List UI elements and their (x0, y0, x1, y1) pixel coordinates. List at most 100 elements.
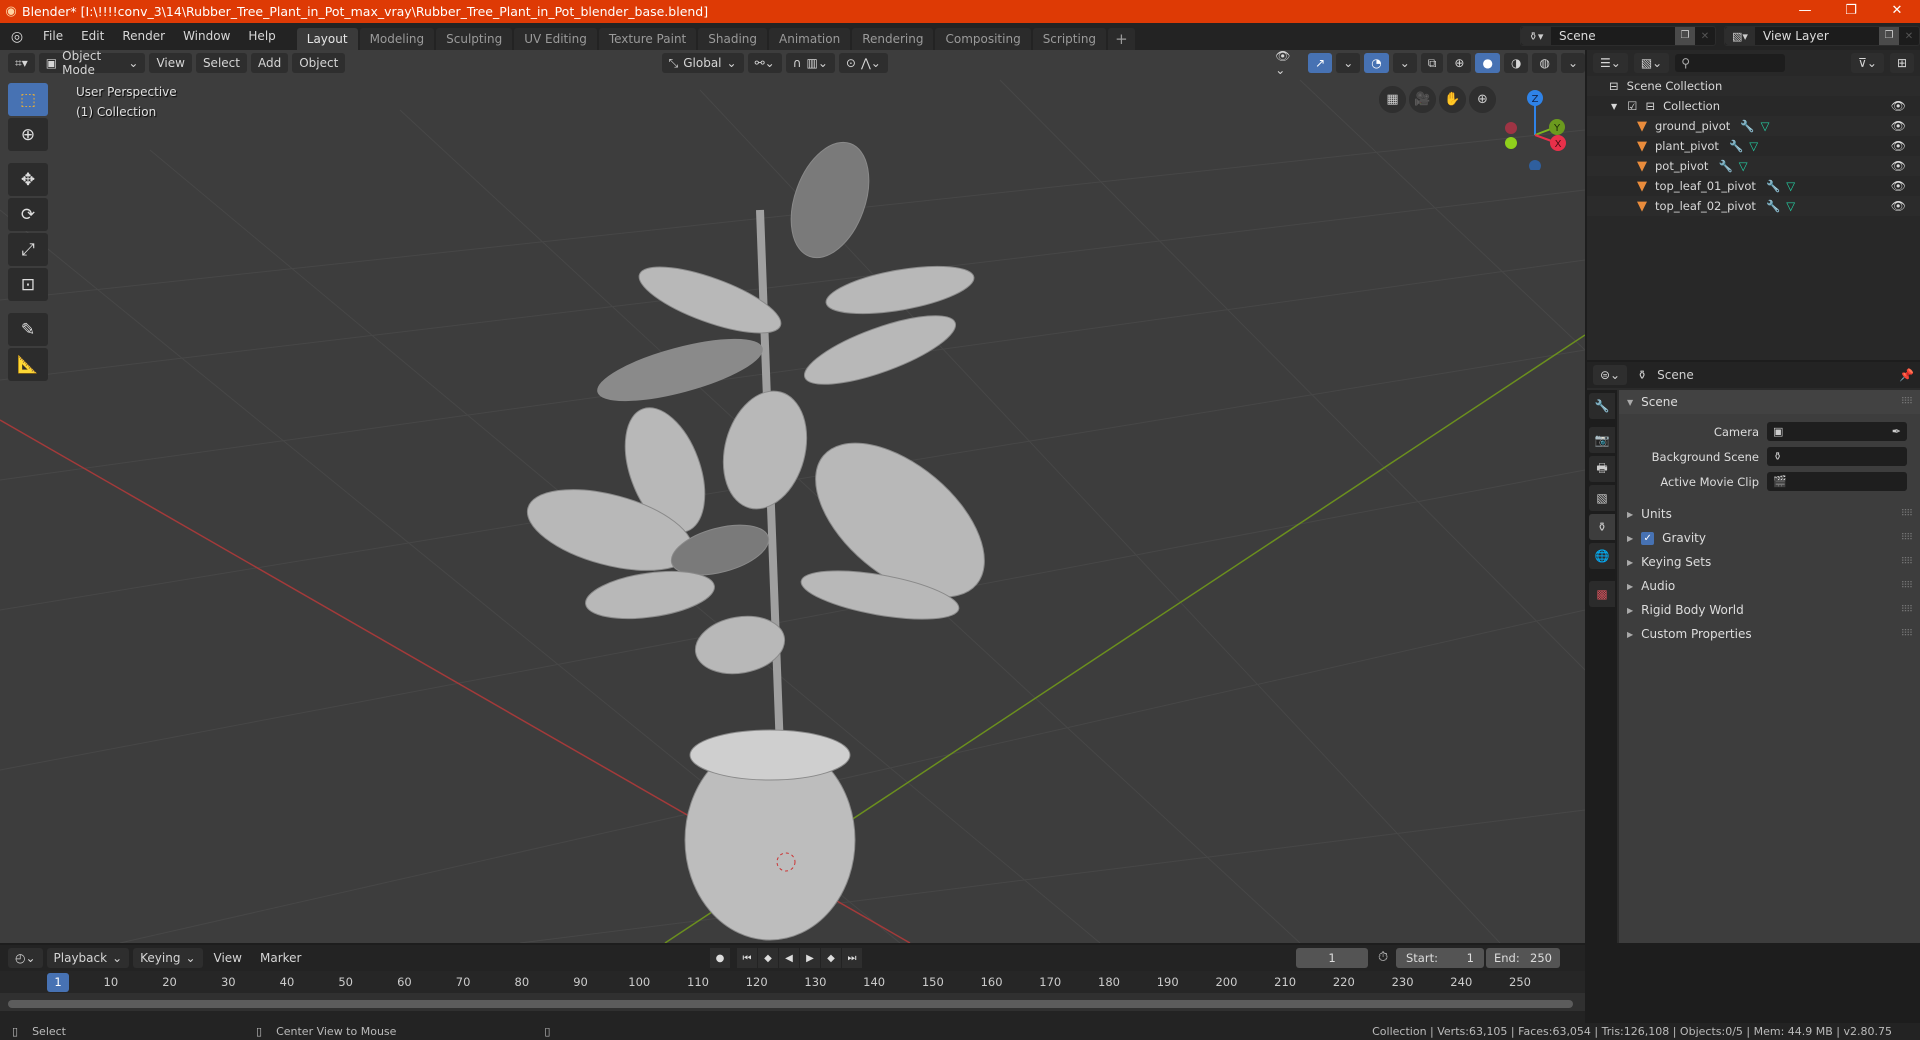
keying-menu[interactable]: Keying ⌄ (133, 948, 203, 968)
list-item[interactable]: ▼ pot_pivot 🔧 ▽ 👁 (1587, 156, 1920, 176)
collection-checkbox[interactable]: ☑ (1627, 99, 1637, 113)
tab-scene[interactable]: ⚱ (1589, 514, 1615, 540)
new-scene-icon[interactable]: ❐ (1675, 27, 1695, 45)
play-reverse-button[interactable]: ◀ (779, 948, 799, 968)
stopwatch-icon[interactable]: ⏱ (1378, 950, 1388, 965)
units-panel[interactable]: ▶ Units ⠿⠿ (1619, 502, 1920, 526)
move-tool[interactable]: ✥ (8, 163, 48, 196)
view-layer-name[interactable]: View Layer (1755, 29, 1879, 43)
overlays-dropdown[interactable]: ⌄ (1392, 53, 1417, 73)
play-button[interactable]: ▶ (800, 948, 820, 968)
marker-menu[interactable]: Marker (253, 948, 308, 968)
zoom-button[interactable]: ⊕ (1469, 86, 1496, 113)
eye-icon[interactable]: 👁 (1891, 99, 1906, 113)
new-view-layer-icon[interactable]: ❐ (1879, 27, 1899, 45)
object-menu[interactable]: Object (292, 53, 346, 73)
mesh-data-icon[interactable]: ▽ (1761, 119, 1770, 133)
drag-grip-icon[interactable]: ⠿⠿ (1901, 557, 1913, 567)
tab-shading[interactable]: Shading (698, 28, 767, 50)
tab-layout[interactable]: Layout (296, 28, 358, 50)
mesh-data-icon[interactable]: ▽ (1749, 139, 1758, 153)
record-button[interactable]: ● (710, 948, 730, 968)
next-keyframe-button[interactable]: ◆ (821, 948, 841, 968)
expand-arrow-icon[interactable]: ▼ (1611, 102, 1617, 111)
menu-window[interactable]: Window (174, 23, 239, 50)
menu-edit[interactable]: Edit (72, 23, 113, 50)
shading-solid[interactable]: ● (1475, 53, 1500, 73)
toggle-ortho-button[interactable]: ▦ (1379, 86, 1406, 113)
menu-file[interactable]: File (34, 23, 72, 50)
scene-panel-header[interactable]: ▼ Scene ⠿⠿ (1619, 390, 1920, 414)
outliner-search-input[interactable]: ⚲ (1675, 54, 1786, 72)
snap-toggle[interactable]: ∩ ▥⌄ (785, 53, 835, 73)
orientation-dropdown[interactable]: ⤡ Global ⌄ (661, 53, 744, 73)
gravity-panel[interactable]: ▶ ✓ Gravity ⠿⠿ (1619, 526, 1920, 550)
add-menu[interactable]: Add (250, 53, 289, 73)
scale-tool[interactable]: ⤢ (8, 233, 48, 266)
frame-ruler[interactable]: 1 10 20 30 40 50 60 70 80 90 100 110 120 130 140 150 16… (0, 971, 1585, 993)
annotate-tool[interactable]: ✎ (8, 313, 48, 346)
view-menu[interactable]: View (207, 948, 249, 968)
properties-editor-type[interactable]: ⊜⌄ (1593, 365, 1628, 385)
display-mode-dropdown[interactable]: ▧⌄ (1633, 53, 1670, 73)
prev-keyframe-button[interactable]: ◆ (758, 948, 778, 968)
drag-grip-icon[interactable]: ⠿⠿ (1901, 629, 1913, 639)
tab-view-layer[interactable]: ▧ (1589, 485, 1615, 511)
delete-scene-icon[interactable]: ✕ (1695, 31, 1715, 42)
collection-row[interactable]: ▼ ☑ ⊟ Collection 👁 (1587, 96, 1920, 116)
filter-dropdown[interactable]: ⊽⌄ (1851, 53, 1884, 73)
modifier-icon[interactable]: 🔧 (1729, 139, 1743, 153)
new-collection-button[interactable]: ⊞ (1889, 53, 1914, 73)
camera-field[interactable]: ▣ ✒ (1767, 422, 1907, 441)
eyedropper-icon[interactable]: ✒ (1892, 425, 1901, 438)
select-menu[interactable]: Select (195, 53, 247, 73)
eye-icon[interactable]: 👁 (1891, 179, 1906, 193)
camera-view-button[interactable]: 🎥 (1409, 86, 1436, 113)
active-movie-clip-field[interactable]: 🎬 (1767, 472, 1907, 491)
playback-menu[interactable]: Playback ⌄ (46, 948, 130, 968)
eye-icon[interactable]: 👁 (1891, 199, 1906, 213)
tab-compositing[interactable]: Compositing (935, 28, 1031, 50)
mesh-data-icon[interactable]: ▽ (1786, 179, 1795, 193)
gizmo-dropdown[interactable]: ⌄ (1336, 53, 1361, 73)
view-layer-selector[interactable]: ▧▾ View Layer ❐ ✕ (1724, 26, 1920, 46)
rotate-tool[interactable]: ⟳ (8, 198, 48, 231)
jump-end-button[interactable]: ⏭ (842, 948, 862, 968)
timeline-editor-type[interactable]: ◴⌄ (8, 948, 43, 968)
tab-sculpting[interactable]: Sculpting (436, 28, 513, 50)
list-item[interactable]: ▼ top_leaf_01_pivot 🔧 ▽ 👁 (1587, 176, 1920, 196)
tab-animation[interactable]: Animation (769, 28, 851, 50)
gizmo-toggle[interactable]: ↗ (1308, 53, 1333, 73)
drag-grip-icon[interactable]: ⠿⠿ (1901, 509, 1913, 519)
current-frame-field[interactable]: 1 (1296, 948, 1368, 968)
scene-name[interactable]: Scene (1551, 29, 1675, 43)
background-scene-field[interactable]: ⚱ (1767, 447, 1907, 466)
tab-tool[interactable]: 🔧 (1589, 393, 1615, 419)
gravity-checkbox[interactable]: ✓ (1641, 531, 1655, 545)
blender-menu-icon[interactable]: ◎ (0, 29, 34, 45)
eye-icon[interactable]: 👁 (1891, 139, 1906, 153)
pin-icon[interactable]: 📌 (1899, 368, 1914, 382)
tab-modeling[interactable]: Modeling (359, 28, 435, 50)
custom-properties-panel[interactable]: ▶ Custom Properties ⠿⠿ (1619, 622, 1920, 646)
navigation-gizmo[interactable]: Z Y X (1500, 80, 1580, 170)
shading-dropdown[interactable]: ⌄ (1560, 53, 1585, 73)
eye-icon[interactable]: 👁 (1891, 119, 1906, 133)
list-item[interactable]: ▼ ground_pivot 🔧 ▽ 👁 (1587, 116, 1920, 136)
add-workspace-button[interactable]: + (1108, 28, 1135, 50)
rigid-body-world-panel[interactable]: ▶ Rigid Body World ⠿⠿ (1619, 598, 1920, 622)
drag-grip-icon[interactable]: ⠿⠿ (1901, 581, 1913, 591)
modifier-icon[interactable]: 🔧 (1766, 179, 1780, 193)
outliner-editor-type[interactable]: ☰⌄ (1593, 53, 1628, 73)
list-item[interactable]: ▼ top_leaf_02_pivot 🔧 ▽ 👁 (1587, 196, 1920, 216)
measure-tool[interactable]: 📐 (8, 348, 48, 381)
pan-button[interactable]: ✋ (1439, 86, 1466, 113)
proportional-edit-toggle[interactable]: ⊙ ⋀⌄ (838, 53, 888, 73)
end-frame-field[interactable]: End: 250 (1486, 948, 1560, 968)
playhead[interactable]: 1 (47, 973, 69, 992)
delete-view-layer-icon[interactable]: ✕ (1899, 31, 1919, 42)
cursor-tool[interactable]: ⊕ (8, 118, 48, 151)
tab-rendering[interactable]: Rendering (852, 28, 934, 50)
audio-panel[interactable]: ▶ Audio ⠿⠿ (1619, 574, 1920, 598)
drag-grip-icon[interactable]: ⠿⠿ (1901, 533, 1913, 543)
